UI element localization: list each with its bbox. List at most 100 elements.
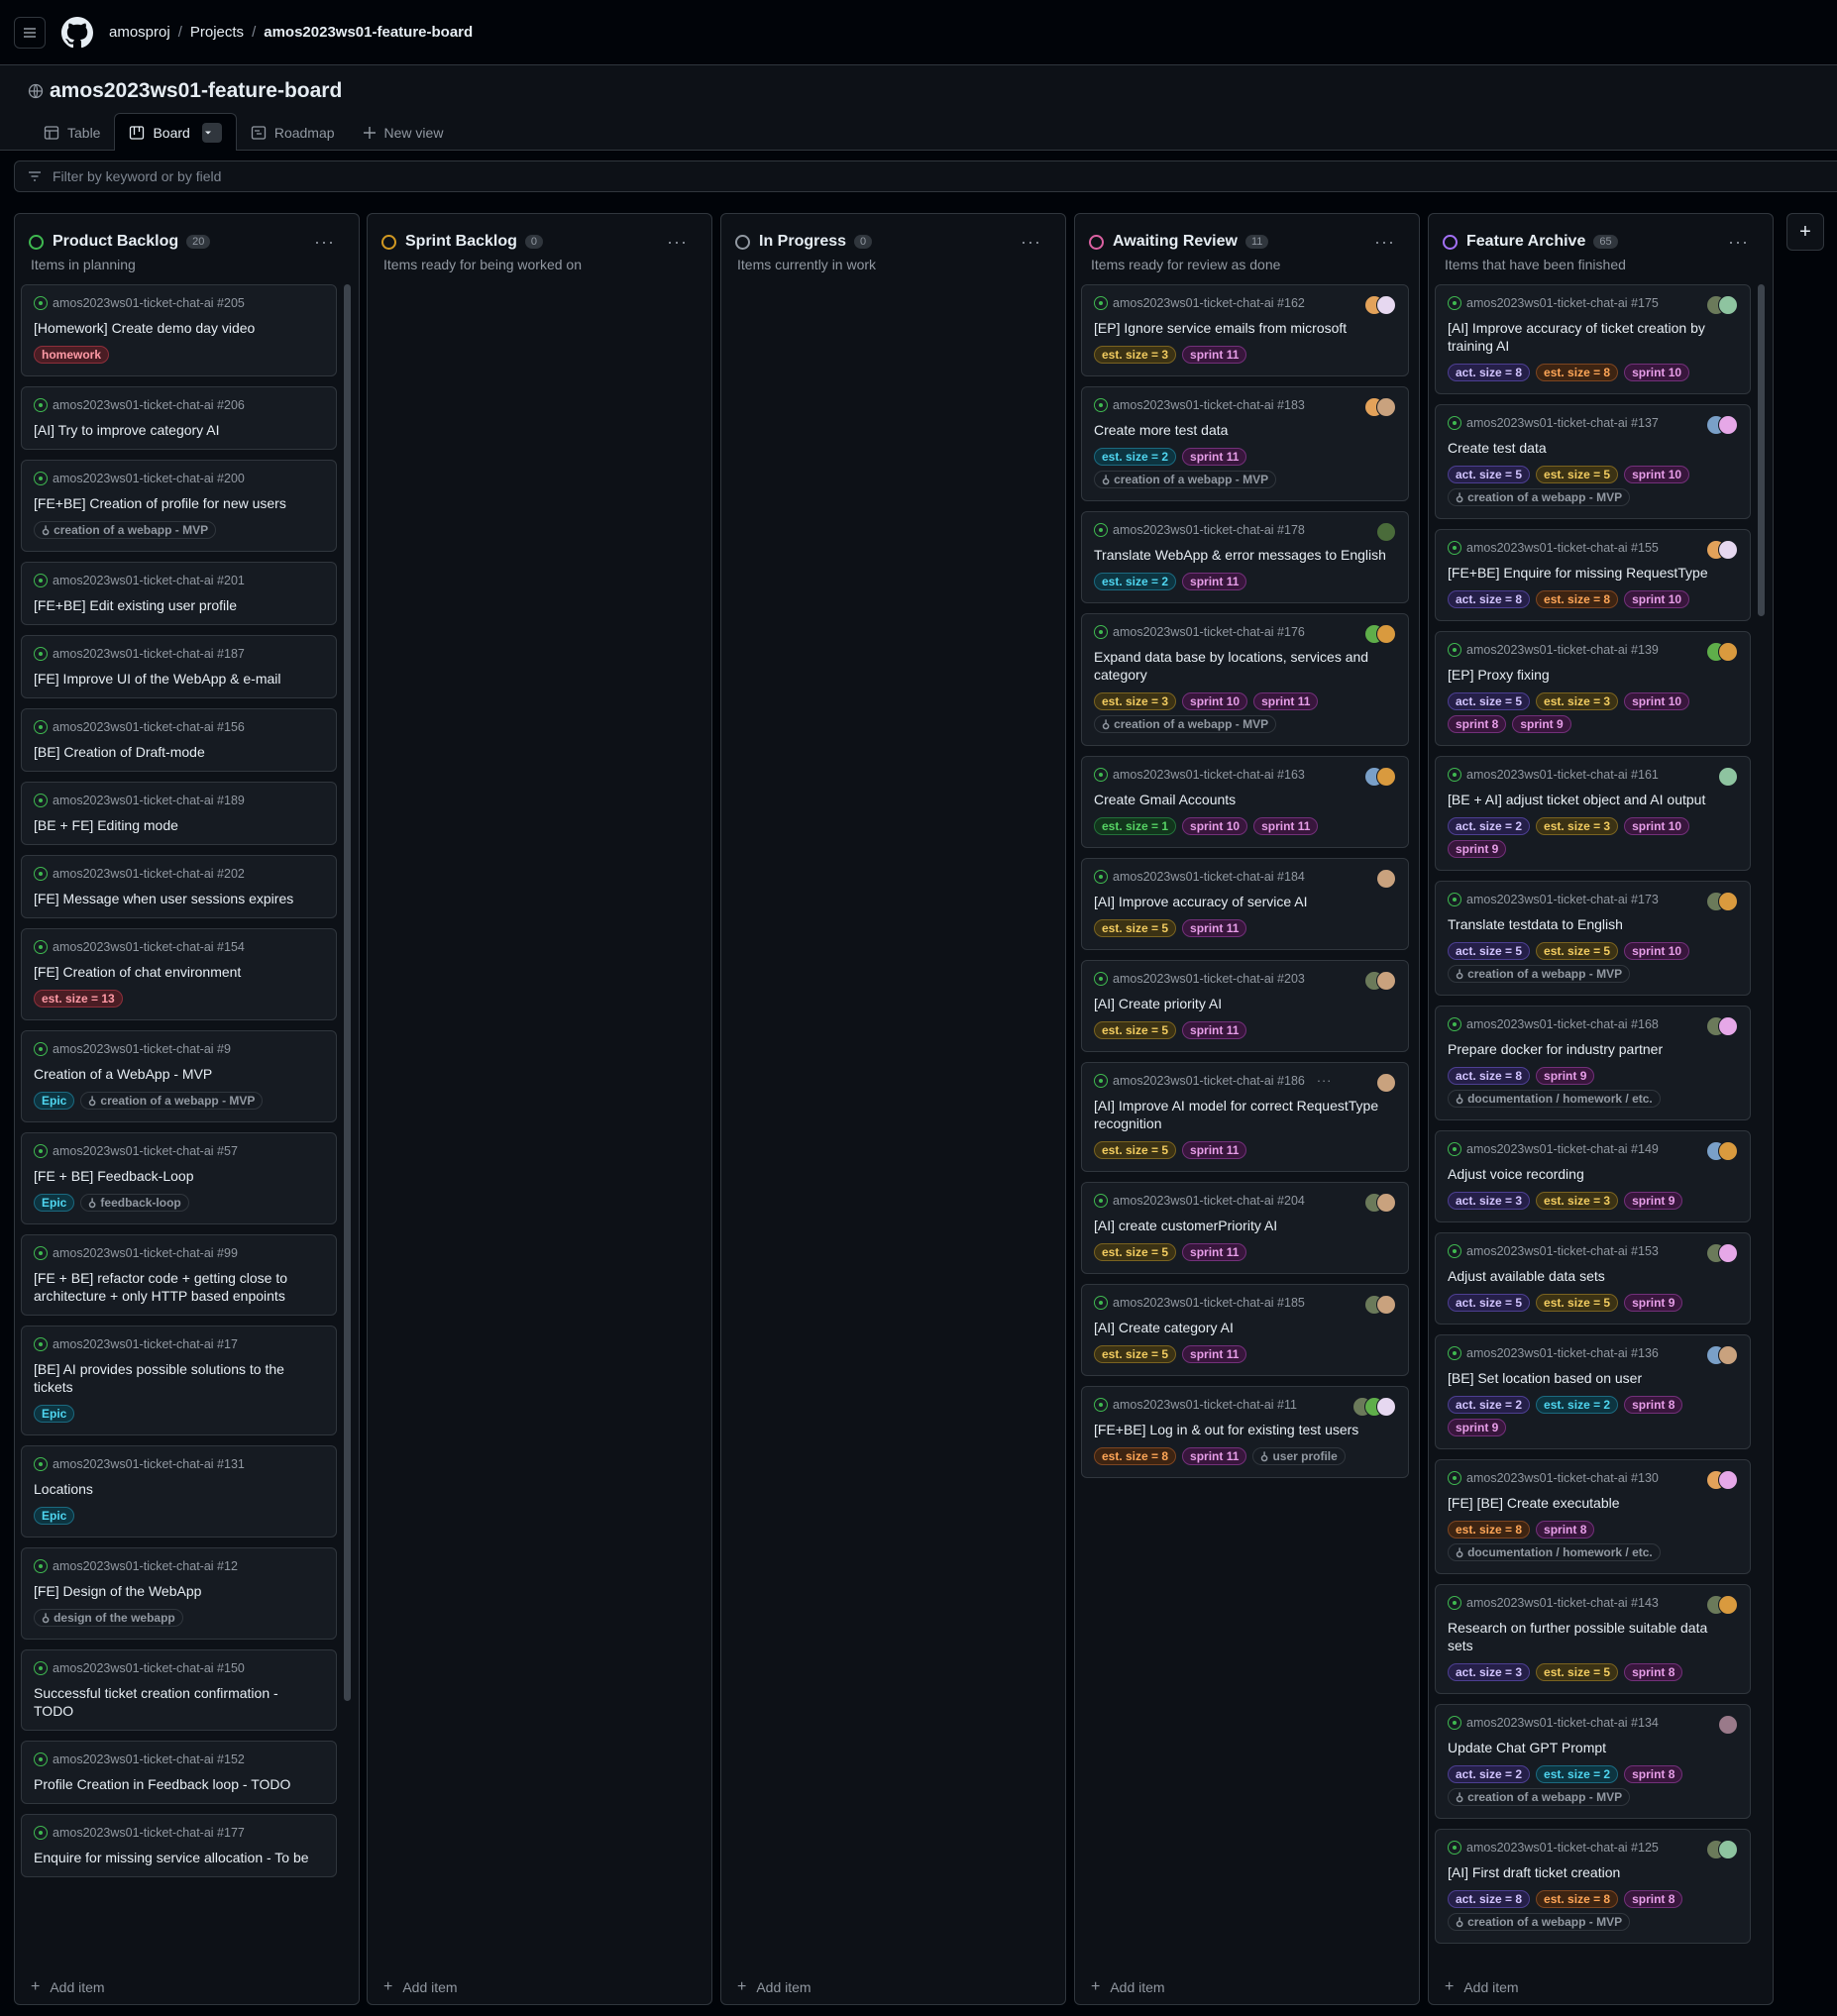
add-item-button[interactable]: + Add item (737, 1978, 811, 1996)
issue-title[interactable]: [AI] First draft ticket creation (1448, 1863, 1738, 1881)
avatar[interactable] (1376, 397, 1396, 417)
column-menu-icon[interactable]: ··· (314, 232, 335, 253)
avatar[interactable] (1718, 540, 1738, 560)
issue-card[interactable]: amos2023ws01-ticket-chat-ai #17 [BE] AI p… (21, 1326, 337, 1435)
issue-card[interactable]: amos2023ws01-ticket-chat-ai #57 [FE + BE]… (21, 1132, 337, 1224)
add-item-button[interactable]: + Add item (31, 1978, 105, 1996)
issue-reference[interactable]: amos2023ws01-ticket-chat-ai #131 (53, 1457, 245, 1471)
avatar[interactable] (1718, 1840, 1738, 1859)
issue-reference[interactable]: amos2023ws01-ticket-chat-ai #187 (53, 647, 245, 661)
issue-title[interactable]: Research on further possible suitable da… (1448, 1619, 1738, 1654)
avatar[interactable] (1718, 1470, 1738, 1490)
issue-card[interactable]: amos2023ws01-ticket-chat-ai #184 [AI] Imp… (1081, 858, 1409, 950)
issue-title[interactable]: [BE + FE] Editing mode (34, 816, 324, 834)
issue-reference[interactable]: amos2023ws01-ticket-chat-ai #161 (1466, 768, 1659, 782)
breadcrumb-board[interactable]: amos2023ws01-feature-board (264, 24, 473, 41)
issue-card[interactable]: amos2023ws01-ticket-chat-ai #131 Location… (21, 1445, 337, 1538)
issue-title[interactable]: [AI] create customerPriority AI (1094, 1217, 1396, 1234)
issue-reference[interactable]: amos2023ws01-ticket-chat-ai #175 (1466, 296, 1659, 310)
issue-reference[interactable]: amos2023ws01-ticket-chat-ai #185 (1113, 1296, 1305, 1310)
issue-card[interactable]: amos2023ws01-ticket-chat-ai #206 [AI] Try… (21, 386, 337, 450)
issue-card[interactable]: amos2023ws01-ticket-chat-ai #186 ··· [AI] … (1081, 1062, 1409, 1172)
issue-card[interactable]: amos2023ws01-ticket-chat-ai #187 [FE] Imp… (21, 635, 337, 698)
issue-reference[interactable]: amos2023ws01-ticket-chat-ai #154 (53, 940, 245, 954)
scrollbar-thumb[interactable] (344, 284, 351, 1701)
column-menu-icon[interactable]: ··· (1374, 232, 1395, 253)
issue-title[interactable]: Creation of a WebApp - MVP (34, 1065, 324, 1083)
issue-title[interactable]: Translate testdata to English (1448, 915, 1738, 933)
issue-card[interactable]: amos2023ws01-ticket-chat-ai #156 [BE] Cre… (21, 708, 337, 772)
issue-reference[interactable]: amos2023ws01-ticket-chat-ai #173 (1466, 893, 1659, 906)
issue-reference[interactable]: amos2023ws01-ticket-chat-ai #130 (1466, 1471, 1659, 1485)
issue-card[interactable]: amos2023ws01-ticket-chat-ai #183 Create m… (1081, 386, 1409, 501)
issue-card[interactable]: amos2023ws01-ticket-chat-ai #189 [BE + FE… (21, 782, 337, 845)
avatar[interactable] (1376, 767, 1396, 787)
avatar[interactable] (1718, 1016, 1738, 1036)
avatar[interactable] (1718, 1243, 1738, 1263)
issue-card[interactable]: amos2023ws01-ticket-chat-ai #175 [AI] Imp… (1435, 284, 1751, 394)
issue-title[interactable]: Adjust voice recording (1448, 1165, 1738, 1183)
issue-reference[interactable]: amos2023ws01-ticket-chat-ai #11 (1113, 1398, 1297, 1412)
issue-title[interactable]: [FE] Improve UI of the WebApp & e-mail (34, 670, 324, 688)
issue-card[interactable]: amos2023ws01-ticket-chat-ai #177 Enquire … (21, 1814, 337, 1877)
issue-title[interactable]: [AI] Improve accuracy of ticket creation… (1448, 319, 1738, 355)
issue-reference[interactable]: amos2023ws01-ticket-chat-ai #152 (53, 1752, 245, 1766)
issue-reference[interactable]: amos2023ws01-ticket-chat-ai #99 (53, 1246, 238, 1260)
issue-reference[interactable]: amos2023ws01-ticket-chat-ai #156 (53, 720, 245, 734)
issue-title[interactable]: [FE + BE] refactor code + getting close … (34, 1269, 324, 1305)
issue-reference[interactable]: amos2023ws01-ticket-chat-ai #183 (1113, 398, 1305, 412)
issue-reference[interactable]: amos2023ws01-ticket-chat-ai #201 (53, 574, 245, 587)
issue-title[interactable]: [FE+BE] Enquire for missing RequestType (1448, 564, 1738, 582)
issue-title[interactable]: [AI] Improve AI model for correct Reques… (1094, 1097, 1396, 1132)
issue-title[interactable]: Adjust available data sets (1448, 1267, 1738, 1285)
tab-table[interactable]: Table (30, 115, 114, 151)
issue-title[interactable]: Update Chat GPT Prompt (1448, 1739, 1738, 1756)
issue-reference[interactable]: amos2023ws01-ticket-chat-ai #189 (53, 794, 245, 807)
issue-card[interactable]: amos2023ws01-ticket-chat-ai #201 [FE+BE] … (21, 562, 337, 625)
avatar[interactable] (1376, 1073, 1396, 1093)
avatar[interactable] (1718, 295, 1738, 315)
issue-card[interactable]: amos2023ws01-ticket-chat-ai #205 [Homewor… (21, 284, 337, 376)
tab-board[interactable]: Board (114, 113, 237, 151)
issue-title[interactable]: [EP] Ignore service emails from microsof… (1094, 319, 1396, 337)
avatar[interactable] (1718, 415, 1738, 435)
issue-card[interactable]: amos2023ws01-ticket-chat-ai #162 [EP] Ign… (1081, 284, 1409, 376)
issue-card[interactable]: amos2023ws01-ticket-chat-ai #153 Adjust a… (1435, 1232, 1751, 1325)
issue-title[interactable]: [AI] Create priority AI (1094, 995, 1396, 1012)
issue-reference[interactable]: amos2023ws01-ticket-chat-ai #186 (1113, 1074, 1305, 1088)
milestone-label[interactable]: user profile (1252, 1447, 1346, 1465)
avatar[interactable] (1376, 1193, 1396, 1213)
issue-title[interactable]: Create test data (1448, 439, 1738, 457)
add-item-button[interactable]: + Add item (1445, 1978, 1519, 1996)
issue-title[interactable]: [EP] Proxy fixing (1448, 666, 1738, 684)
add-item-button[interactable]: + Add item (1091, 1978, 1165, 1996)
avatar[interactable] (1718, 1715, 1738, 1735)
issue-reference[interactable]: amos2023ws01-ticket-chat-ai #178 (1113, 523, 1305, 537)
avatar[interactable] (1718, 1345, 1738, 1365)
issue-title[interactable]: [AI] Create category AI (1094, 1319, 1396, 1336)
issue-reference[interactable]: amos2023ws01-ticket-chat-ai #17 (53, 1337, 238, 1351)
issue-title[interactable]: [FE] [BE] Create executable (1448, 1494, 1738, 1512)
github-logo-icon[interactable] (61, 16, 93, 49)
milestone-label[interactable]: creation of a webapp - MVP (1448, 488, 1631, 506)
issue-title[interactable]: [BE] Creation of Draft-mode (34, 743, 324, 761)
milestone-label[interactable]: creation of a webapp - MVP (1094, 471, 1277, 488)
issue-reference[interactable]: amos2023ws01-ticket-chat-ai #203 (1113, 972, 1305, 986)
column-menu-icon[interactable]: ··· (1728, 232, 1749, 253)
issue-card[interactable]: amos2023ws01-ticket-chat-ai #155 [FE+BE] … (1435, 529, 1751, 621)
issue-card[interactable]: amos2023ws01-ticket-chat-ai #163 Create G… (1081, 756, 1409, 848)
avatar[interactable] (1376, 1295, 1396, 1315)
issue-card[interactable]: amos2023ws01-ticket-chat-ai #185 [AI] Cre… (1081, 1284, 1409, 1376)
issue-title[interactable]: [AI] Improve accuracy of service AI (1094, 893, 1396, 910)
issue-reference[interactable]: amos2023ws01-ticket-chat-ai #143 (1466, 1596, 1659, 1610)
card-menu-icon[interactable]: ··· (1317, 1074, 1333, 1088)
avatar[interactable] (1718, 767, 1738, 787)
avatar[interactable] (1376, 1397, 1396, 1417)
milestone-label[interactable]: feedback-loop (80, 1194, 189, 1212)
issue-card[interactable]: amos2023ws01-ticket-chat-ai #99 [FE + BE]… (21, 1234, 337, 1316)
issue-reference[interactable]: amos2023ws01-ticket-chat-ai #137 (1466, 416, 1659, 430)
issue-card[interactable]: amos2023ws01-ticket-chat-ai #149 Adjust v… (1435, 1130, 1751, 1222)
issue-title[interactable]: [BE] AI provides possible solutions to t… (34, 1360, 324, 1396)
issue-reference[interactable]: amos2023ws01-ticket-chat-ai #125 (1466, 1841, 1659, 1855)
view-options-dropdown[interactable] (201, 122, 222, 143)
